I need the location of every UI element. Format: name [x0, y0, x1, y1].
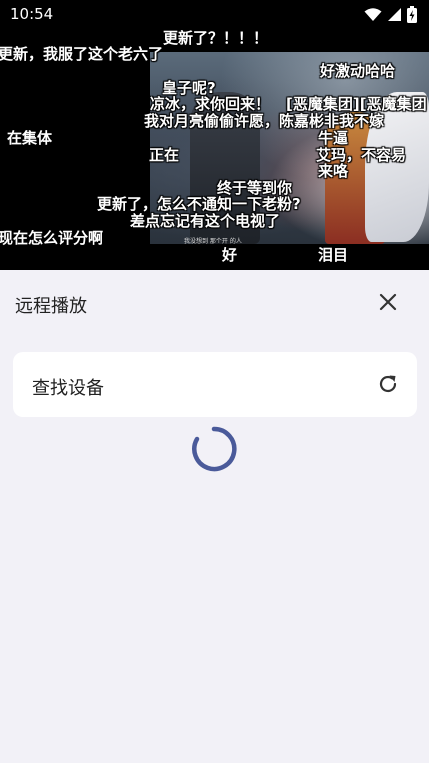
danmaku-comment: 更新，我服了这个老六了	[0, 45, 164, 63]
cellular-signal-icon	[388, 8, 401, 21]
danmaku-comment: 泪目	[318, 246, 349, 264]
wifi-icon	[364, 8, 382, 21]
danmaku-comment: 牛逼	[318, 129, 349, 147]
close-icon	[379, 293, 397, 311]
battery-charging-icon	[407, 6, 417, 23]
danmaku-comment: 更新了？！！！	[163, 30, 269, 47]
danmaku-comment: 正在	[149, 146, 180, 164]
danmaku-comment: 在集体	[7, 129, 53, 147]
danmaku-comment: 现在怎么评分啊	[0, 229, 104, 247]
loading-spinner-icon	[192, 426, 237, 472]
sheet-title: 远程播放	[15, 296, 87, 317]
danmaku-comment: 我对月亮偷偷许愿，陈嘉彬非我不嫁	[144, 112, 385, 130]
remote-play-sheet: 远程播放 查找设备	[0, 270, 429, 763]
video-player[interactable]: 更新了？！！！ 更新，我服了这个老六了 好激动哈哈 皇子呢? 凉冰，求你回来！ …	[0, 30, 429, 270]
video-subtitle: 我没想到 那个开 的人	[184, 238, 242, 245]
status-time: 10:54	[10, 5, 54, 23]
danmaku-comment: [恶魔集团][恶魔集团	[286, 95, 427, 113]
danmaku-comment: 来咯	[318, 162, 349, 180]
danmaku-comment: 好激动哈哈	[320, 62, 396, 80]
refresh-icon	[379, 375, 397, 393]
close-button[interactable]	[374, 288, 402, 316]
danmaku-comment: 差点忘记有这个电视了	[130, 212, 281, 230]
danmaku-comment: 好	[222, 246, 238, 264]
danmaku-comment: 凉冰，求你回来！	[150, 95, 271, 113]
danmaku-comment: 更新了，怎么不通知一下老粉?	[97, 195, 301, 213]
status-bar: 10:54	[0, 0, 429, 30]
find-devices-label: 查找设备	[32, 378, 104, 399]
status-icons	[364, 6, 417, 23]
find-devices-card[interactable]: 查找设备	[13, 352, 417, 417]
refresh-button[interactable]	[376, 372, 400, 396]
